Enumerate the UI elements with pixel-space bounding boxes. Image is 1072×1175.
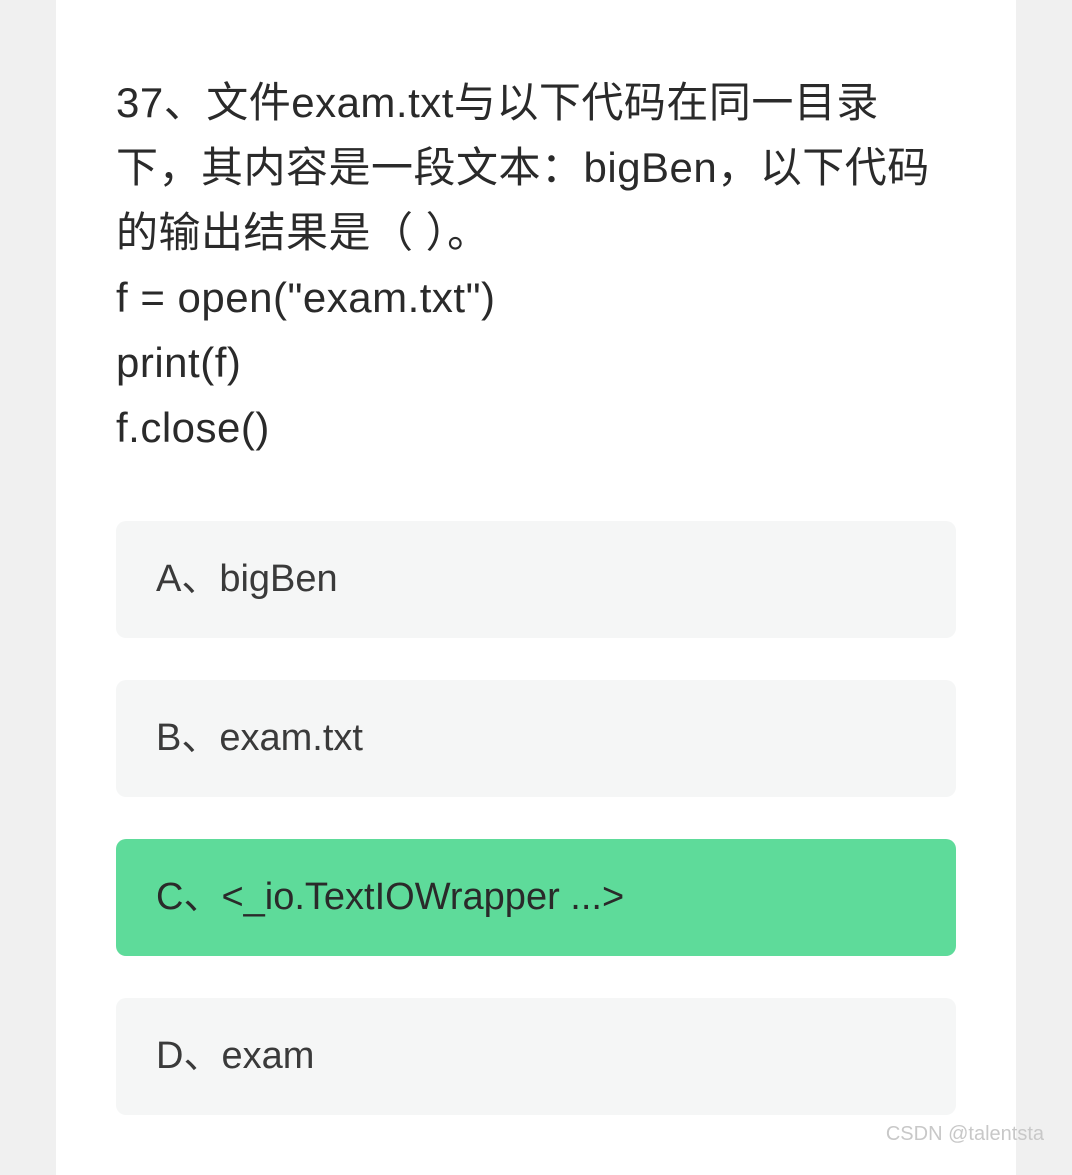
watermark-text: CSDN @talentsta [886,1123,1044,1146]
option-c[interactable]: C、<_io.TextIOWrapper ...> [116,839,956,956]
question-card: 37、文件exam.txt与以下代码在同一目录下，其内容是一段文本：bigBen… [56,0,1016,1175]
option-b-label: B、exam.txt [156,717,363,759]
code-line-1: f = open("exam.txt") [116,274,495,321]
option-b[interactable]: B、exam.txt [116,680,956,797]
code-line-3: f.close() [116,404,270,451]
option-a-label: A、bigBen [156,558,338,600]
option-a[interactable]: A、bigBen [116,521,956,638]
option-d[interactable]: D、exam [116,998,956,1115]
option-d-label: D、exam [156,1035,314,1077]
code-line-2: print(f) [116,339,241,386]
option-c-label: C、<_io.TextIOWrapper ...> [156,876,624,918]
question-stem: 37、文件exam.txt与以下代码在同一目录下，其内容是一段文本：bigBen… [116,70,956,461]
question-prompt: 37、文件exam.txt与以下代码在同一目录下，其内容是一段文本：bigBen… [116,79,930,256]
options-list: A、bigBen B、exam.txt C、<_io.TextIOWrapper… [116,521,956,1116]
